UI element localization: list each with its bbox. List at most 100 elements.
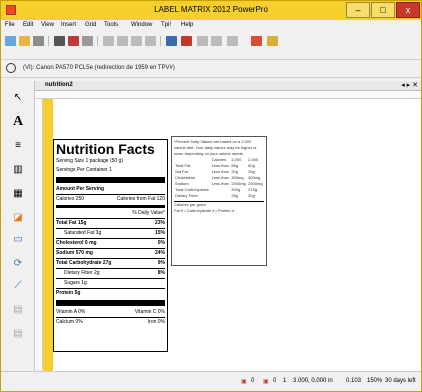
nutrient-label: Sodium 570 mg [56,250,93,256]
nutrient-row: Protein 5g [56,289,165,298]
table-cell: Less than [211,181,229,186]
status-zoom[interactable]: 150% [367,378,382,384]
nutrition-title: Nutrition Facts [56,141,155,157]
nutrient-value: 0% [157,240,165,246]
print-preview-icon[interactable] [68,36,79,46]
align-right-icon[interactable] [211,36,222,46]
nutrient-row: Total Carbohydrate 27g 9% [56,259,165,268]
2d-barcode-icon[interactable]: ▦ [7,185,29,203]
menu-tools[interactable]: Tools [104,22,118,28]
database-icon[interactable] [166,36,177,46]
rotate-icon[interactable]: ⟳ [7,255,29,273]
maximize-button[interactable]: □ [371,2,395,18]
nutrient-row: Sodium 570 mg 24% [56,249,165,258]
nutrient-value: 24% [154,250,165,256]
cal-per-gram: Calories per gram [174,201,264,208]
table-cell: 25g [231,193,239,198]
calories-fat-text: Calories from Fat 120 [116,196,165,202]
status-trial: 30 days left [385,378,416,384]
table-cell [211,193,231,199]
nutrient-row: Cholesterol 0 mg 0% [56,239,165,248]
left-toolbox: ↖ A ≡ ▥ ▦ ◪ ▭ ⟳ ⟋ ▤ ▤ [1,81,35,381]
text-tool-icon[interactable]: A [7,113,29,131]
app-window: LABEL MATRIX 2012 PowerPro – □ x File Ed… [0,0,422,392]
nutrient-label: Sugars 1g [64,280,87,286]
vitamin-left: Calcium 0% [56,319,83,325]
shape-icon[interactable]: ▭ [7,231,29,249]
new-icon[interactable] [5,36,16,46]
picture-icon[interactable]: ◪ [7,209,29,227]
vitamin-left: Vitamin A 0% [56,309,86,315]
cut-icon[interactable] [103,36,114,46]
vitamin-right: Vitamin C 0% [134,309,165,315]
vitamin-row: Vitamin A 0% Vitamin C 0% [56,308,165,317]
table-cell: 30g [248,193,255,198]
menu-window[interactable]: Window [131,22,152,28]
save-icon[interactable] [33,36,44,46]
label-margin [43,99,53,371]
divider-thick [56,300,165,306]
align-left-icon[interactable] [197,36,208,46]
status-size: 0.103 [346,378,362,384]
minimize-button[interactable]: – [346,2,370,18]
nutrient-value: 9% [157,260,165,266]
vertical-ruler [35,99,43,369]
paragraph-icon[interactable]: ≡ [7,137,29,155]
tab-scroll-arrows-icon[interactable]: ◂ ▸ ✕ [401,81,418,89]
vitamin-right: Iron 0% [147,319,165,325]
printer-bar: (VI): Canon PA570 PCL5e (redirection de … [1,60,421,78]
nutrient-row: Dietary Fiber 2g 8% [56,269,165,278]
divider-thick [56,177,165,183]
nutrient-label: Saturated Fat 3g [64,230,102,236]
nutrient-label: Cholesterol 0 mg [56,240,97,246]
wizard-icon[interactable] [267,36,278,46]
nutrient-label: Total Carbohydrate 27g [56,260,112,266]
menu-tpi[interactable]: Tpi! [161,22,171,28]
menu-help[interactable]: Help [181,22,193,28]
footnote-table: Calories 2,000 2,500 Total Fat Less than… [174,157,264,199]
printer-icon[interactable] [6,63,16,73]
printer-name[interactable]: (VI): Canon PA570 PCL5e (redirection de … [23,65,175,71]
line-icon[interactable]: ⟋ [7,277,29,295]
nutrition-footnote[interactable]: *Percent Daily Values are based on a 2,0… [171,136,267,266]
menu-insert[interactable]: Insert [61,22,76,28]
pointer-icon[interactable]: ↖ [7,89,29,107]
print-setup-icon[interactable] [82,36,93,46]
grid-icon[interactable] [227,36,238,46]
copy-icon[interactable] [117,36,128,46]
data-icon[interactable] [181,36,192,46]
print-icon[interactable] [54,36,65,46]
nutrition-label[interactable]: Nutrition Facts Serving Size 1 package (… [53,139,168,352]
menu-bar: File Edit View Insert Grid Tools Window … [1,20,421,32]
toolbar-separator [160,36,161,46]
toolbar-separator [48,36,49,46]
cal-per-gram-detail: Fat 9 • Carbohydrate 4 • Protein 4 [174,208,234,213]
nutrient-row: Sugars 1g [56,279,165,288]
status-bar: ▣ 0 ▣ 0 1 3.000, 0.000 in 0.103 150% 30 … [1,371,421,391]
menu-file[interactable]: File [5,22,15,28]
close-button[interactable]: x [396,2,420,18]
table-cell: Dietary Fiber [175,193,198,198]
table-row: Dietary Fiber 25g 30g [174,193,264,199]
menu-grid[interactable]: Grid [85,22,96,28]
document-tab-row: nutrition2 ◂ ▸ ✕ [35,81,421,91]
menu-view[interactable]: View [41,22,54,28]
object-icon[interactable]: ▤ [7,301,29,319]
status-count: 1 [283,378,287,384]
object2-icon[interactable]: ▤ [7,325,29,343]
amount-text: Amount Per Serving [56,186,105,192]
daily-value-text: % Daily Value* [132,210,165,216]
serving-size-text: Serving Size 1 package (50 g) [56,158,123,164]
menu-edit[interactable]: Edit [23,22,33,28]
design-icon[interactable] [251,36,262,46]
nutrient-row: Total Fat 15g 23% [56,219,165,228]
daily-value-header: % Daily Value* [56,209,165,218]
undo-icon[interactable] [145,36,156,46]
status-copies-icon: ▣ [263,379,269,385]
tab-nutrition2[interactable]: nutrition2 [45,82,73,88]
status-coords: 3.000, 0.000 in [293,378,333,384]
toolbar [1,32,421,60]
open-icon[interactable] [19,36,30,46]
barcode-icon[interactable]: ▥ [7,161,29,179]
paste-icon[interactable] [131,36,142,46]
